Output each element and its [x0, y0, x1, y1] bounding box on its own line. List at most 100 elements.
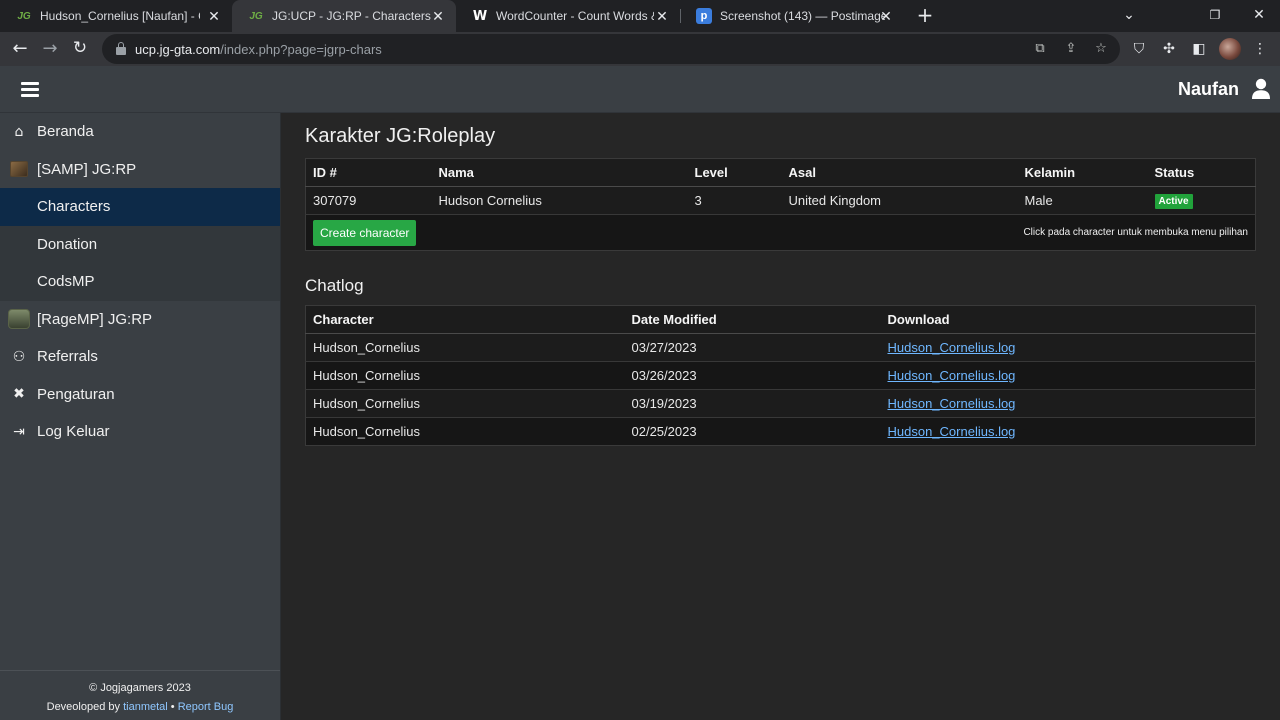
table-row: Hudson_Cornelius 02/25/2023 Hudson_Corne… — [305, 417, 1256, 446]
chatlog-date: 03/26/2023 — [624, 361, 881, 390]
character-name: Hudson Cornelius — [431, 186, 688, 215]
wordcounter-favicon-icon: W — [472, 8, 488, 24]
kebab-menu-icon[interactable]: ⋮ — [1251, 40, 1269, 58]
create-character-button[interactable]: Create character — [313, 219, 417, 246]
user-icon[interactable] — [1251, 78, 1271, 100]
sidebar-item-beranda[interactable]: ⌂ Beranda — [0, 113, 280, 151]
download-log-link[interactable]: Hudson_Cornelius.log — [888, 424, 1016, 439]
chatlog-title: Chatlog — [305, 276, 364, 295]
table-row: Hudson_Cornelius 03/19/2023 Hudson_Corne… — [305, 389, 1256, 418]
close-tab-icon[interactable]: ✕ — [430, 8, 446, 24]
profile-avatar[interactable] — [1219, 38, 1241, 60]
close-tab-icon[interactable]: ✕ — [878, 8, 894, 24]
download-log-link[interactable]: Hudson_Cornelius.log — [888, 368, 1016, 383]
column-header: Character — [305, 305, 625, 334]
new-tab-plus-icon[interactable]: + — [914, 5, 936, 27]
browser-tab-2[interactable]: JG JG:UCP - JG:RP - Characters ✕ — [232, 0, 456, 32]
download-cell: Hudson_Cornelius.log — [880, 389, 1256, 418]
sidebar-footer: © Jogjagamers 2023 Deveoloped by tianmet… — [0, 670, 280, 720]
home-icon: ⌂ — [14, 123, 24, 140]
close-tab-icon[interactable]: ✕ — [206, 8, 222, 24]
sidebar-item-log-keluar[interactable]: ⇥ Log Keluar — [0, 413, 280, 451]
column-header: Status — [1147, 158, 1256, 187]
tab-title: Hudson_Cornelius [Naufan] - Cha — [40, 9, 200, 23]
sign-out-icon: ⇥ — [13, 423, 25, 440]
sidebar-item-ragemp[interactable]: [RageMP] JG:RP — [0, 301, 280, 339]
hamburger-menu-icon[interactable] — [21, 82, 39, 97]
tools-icon: ✖ — [13, 386, 25, 403]
reload-icon[interactable]: ↻ — [68, 37, 92, 61]
tab-title: Screenshot (143) — Postimages — [720, 9, 885, 23]
column-header: ID # — [305, 158, 432, 187]
chatlog-table: Character Date Modified Download Hudson_… — [305, 305, 1256, 446]
close-tab-icon[interactable]: ✕ — [654, 8, 670, 24]
sidebar-item-label: Pengaturan — [37, 385, 115, 403]
browser-tab-strip: JG Hudson_Cornelius [Naufan] - Cha ✕ JG … — [0, 0, 1280, 32]
chatlog-character: Hudson_Cornelius — [305, 389, 625, 418]
table-row: Hudson_Cornelius 03/26/2023 Hudson_Corne… — [305, 361, 1256, 390]
developer-link[interactable]: tianmetal — [123, 701, 168, 713]
download-cell: Hudson_Cornelius.log — [880, 417, 1256, 446]
sidebar-item-pengaturan[interactable]: ✖ Pengaturan — [0, 376, 280, 414]
shield-extension-icon[interactable]: ⛉ — [1130, 40, 1148, 58]
restore-window-icon[interactable]: ❐ — [1194, 0, 1236, 32]
column-header: Asal — [781, 158, 1018, 187]
sidebar-item-label: Beranda — [37, 123, 94, 141]
lock-icon — [116, 42, 126, 55]
sidebar-item-label: Log Keluar — [37, 423, 110, 441]
developed-by-text: Deveoloped by — [46, 701, 121, 713]
sidebar-subitem-characters[interactable]: Characters — [0, 188, 280, 226]
browser-tab-1[interactable]: JG Hudson_Cornelius [Naufan] - Cha ✕ — [0, 0, 232, 32]
chatlog-date: 03/19/2023 — [624, 389, 881, 418]
sidebar-subitem-donation[interactable]: Donation — [0, 225, 280, 263]
character-gender: Male — [1017, 186, 1148, 215]
ragemp-image-icon — [8, 309, 30, 330]
chatlog-date: 03/27/2023 — [624, 333, 881, 362]
download-log-link[interactable]: Hudson_Cornelius.log — [888, 396, 1016, 411]
sidebar-item-referrals[interactable]: ⚇ Referrals — [0, 338, 280, 376]
browser-tab-4[interactable]: p Screenshot (143) — Postimages ✕ — [680, 0, 904, 32]
sidebar-item-label: Referrals — [37, 348, 98, 366]
character-id: 307079 — [305, 186, 432, 215]
tab-search-chevron-icon[interactable]: ⌄ — [1108, 0, 1150, 32]
bookmark-star-icon[interactable]: ☆ — [1093, 41, 1109, 57]
status-cell: Active — [1147, 186, 1256, 215]
download-cell: Hudson_Cornelius.log — [880, 361, 1256, 390]
url-text[interactable]: ucp.jg-gta.com/index.php?page=jgrp-chars — [135, 42, 382, 57]
browser-toolbar: ← → ↻ ucp.jg-gta.com/index.php?page=jgrp… — [0, 32, 1280, 66]
share-icon[interactable]: ⇪ — [1063, 41, 1079, 57]
character-level: 3 — [687, 186, 782, 215]
address-bar[interactable]: ucp.jg-gta.com/index.php?page=jgrp-chars… — [102, 34, 1120, 64]
postimages-favicon-icon: p — [696, 8, 712, 24]
handshake-icon: ⚇ — [12, 348, 26, 365]
sidebar: ⌂ Beranda [SAMP] JG:RP Characters Donati… — [0, 113, 281, 720]
jg-favicon-icon: JG — [249, 10, 263, 22]
close-window-icon[interactable]: ✕ — [1238, 0, 1280, 32]
actions-row: Create character Click pada character un… — [305, 214, 1256, 251]
side-panel-icon[interactable]: ◧ — [1190, 40, 1208, 58]
character-row[interactable]: 307079 Hudson Cornelius 3 United Kingdom… — [305, 186, 1256, 215]
download-log-link[interactable]: Hudson_Cornelius.log — [888, 340, 1016, 355]
tab-title: WordCounter - Count Words & C — [496, 9, 654, 23]
chatlog-character: Hudson_Cornelius — [305, 361, 625, 390]
chatlog-date: 02/25/2023 — [624, 417, 881, 446]
copyright-text: © Jogjagamers 2023 — [89, 682, 191, 694]
separator-dot: • — [170, 701, 175, 713]
jg-favicon-icon: JG — [17, 10, 31, 22]
translate-icon[interactable]: ⧉ — [1032, 41, 1048, 57]
back-arrow-icon[interactable]: ← — [8, 37, 32, 61]
report-bug-link[interactable]: Report Bug — [178, 701, 234, 713]
sidebar-item-samp[interactable]: [SAMP] JG:RP — [0, 151, 280, 189]
extensions-puzzle-icon[interactable]: ✣ — [1160, 40, 1178, 58]
username-label[interactable]: Naufan — [1178, 79, 1239, 100]
sidebar-subitem-codsmp[interactable]: CodsMP — [0, 263, 280, 301]
table-row: Hudson_Cornelius 03/27/2023 Hudson_Corne… — [305, 333, 1256, 362]
tab-title: JG:UCP - JG:RP - Characters — [272, 9, 431, 23]
browser-tab-3[interactable]: W WordCounter - Count Words & C ✕ — [456, 0, 680, 32]
table-header-row: Character Date Modified Download — [305, 305, 1256, 334]
forward-arrow-icon[interactable]: → — [38, 37, 62, 61]
download-cell: Hudson_Cornelius.log — [880, 333, 1256, 362]
chatlog-character: Hudson_Cornelius — [305, 333, 625, 362]
column-header: Nama — [431, 158, 688, 187]
table-header-row: ID # Nama Level Asal Kelamin Status — [305, 158, 1256, 187]
